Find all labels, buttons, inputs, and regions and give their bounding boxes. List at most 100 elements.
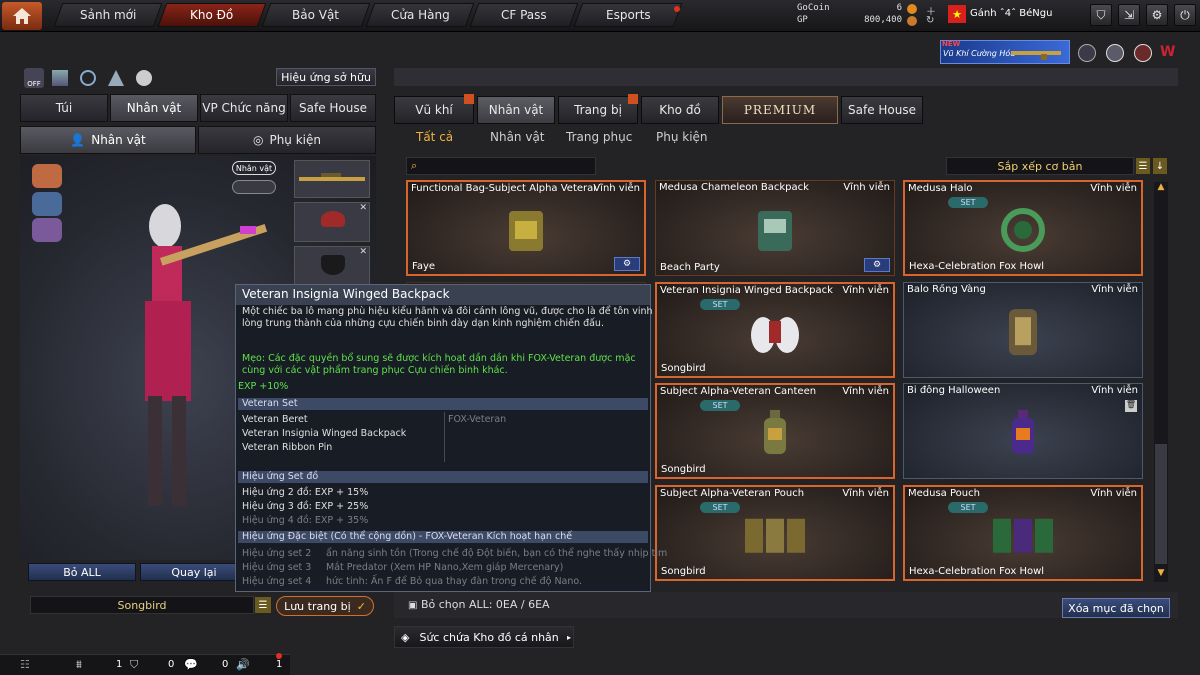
set-effect: Hiệu ứng 2 đồ: EXP + 15% [242, 487, 369, 498]
pose-icon[interactable] [108, 70, 124, 86]
power-icon[interactable]: ⏻ [1174, 4, 1196, 26]
item-card[interactable]: Subject Alpha-Veteran Pouch Vĩnh viễn SET… [655, 485, 895, 581]
mask-slot[interactable]: ✕ [294, 246, 370, 286]
tab-bag[interactable]: Túi [20, 94, 108, 122]
wing-emblem-icon[interactable] [32, 192, 62, 216]
menu-icon[interactable]: ☷ [20, 658, 30, 671]
list-icon[interactable]: ☰ [1136, 158, 1150, 174]
halo-icon [1001, 208, 1045, 252]
tooltip-desc-1: Một chiếc ba lô mang phù hiệu kiểu hãnh … [242, 306, 653, 317]
item-tooltip: Veteran Insignia Winged Backpack Một chi… [235, 284, 667, 592]
emblem-icon[interactable] [1078, 44, 1096, 62]
scroll-thumb[interactable] [1155, 444, 1167, 564]
set-item: Veteran Ribbon Pin [242, 442, 333, 453]
right-header-strip [394, 68, 1178, 86]
list-icon[interactable]: ☰ [255, 597, 271, 613]
banner-text: Vũ Khí Cường Hóa [943, 49, 1016, 58]
badge-icon[interactable] [1134, 44, 1152, 62]
remove-all-button[interactable]: Bỏ ALL [28, 563, 136, 581]
sort-order-icon[interactable]: ↓ [1153, 158, 1167, 174]
clan-icon[interactable]: ⛉ [130, 658, 138, 672]
nav-tab-inventory[interactable]: Kho Đồ [157, 3, 267, 27]
friends-icon[interactable]: ⩩ [76, 658, 82, 672]
back-button[interactable]: Quay lại [140, 563, 248, 581]
target-icon[interactable] [1106, 44, 1124, 62]
tab-safehouse[interactable]: Safe House [290, 94, 376, 122]
backpack-icon [509, 211, 543, 251]
close-icon[interactable]: ✕ [359, 203, 367, 213]
speaker-icon[interactable]: 🔊 [236, 658, 250, 671]
item-card[interactable]: Bi đông Halloween Vĩnh viễn 🗑 [903, 383, 1143, 479]
nav-tab-treasure[interactable]: Bảo Vật [261, 3, 371, 27]
beret-slot[interactable]: ✕ [294, 202, 370, 242]
notification-dot [276, 653, 282, 659]
w-logo-icon[interactable]: W [1160, 44, 1182, 62]
tab-safehouse-right[interactable]: Safe House [841, 96, 923, 124]
scroll-down-icon[interactable]: ▼ [1155, 568, 1167, 582]
bird-emblem-icon[interactable] [32, 218, 62, 242]
gear-icon[interactable]: ⚙ [1146, 4, 1168, 26]
gear-icon[interactable]: ⚙ [864, 258, 890, 272]
item-card[interactable]: Functional Bag-Subject Alpha Veteran Vĩnh… [406, 180, 646, 276]
rotate-icon[interactable] [80, 70, 96, 86]
item-card[interactable]: Medusa Pouch Vĩnh viễn SET Hexa-Celebrati… [903, 485, 1143, 581]
save-equipment-button[interactable]: Lưu trang bị ✓ [276, 596, 374, 616]
delete-selected-button[interactable]: Xóa mục đã chọn [1062, 598, 1170, 618]
special-effect-key: Hiệu ứng set 4 [242, 576, 312, 587]
nav-tab-cfpass[interactable]: CF Pass [469, 3, 579, 27]
sort-dropdown[interactable]: Sắp xếp cơ bản [946, 157, 1134, 175]
eye-toggle-icon[interactable] [232, 180, 276, 194]
shield-icon[interactable]: ⛉ [1090, 4, 1112, 26]
toggle-off-icon[interactable]: OFF [24, 68, 44, 88]
storage-capacity-button[interactable]: ◈ Sức chứa Kho đồ cá nhân ▸ [394, 626, 574, 648]
vietnam-flag-icon: ★ [948, 5, 966, 23]
promo-banner[interactable]: NEW Vũ Khí Cường Hóa [940, 40, 1070, 64]
set-effect: Hiệu ứng 4 đồ: EXP + 35% [242, 515, 369, 526]
subtab-character[interactable]: 👤 Nhân vật [20, 126, 196, 154]
nav-tab-esports[interactable]: Esports [573, 3, 683, 27]
exit-icon[interactable]: ⇲ [1118, 4, 1140, 26]
nav-tab-lobby[interactable]: Sảnh mới [53, 3, 163, 27]
chat-count: 0 [222, 659, 229, 670]
special-effect-value: hức tinh: Ấn F để Bỏ qua thay đàn trong … [326, 576, 583, 587]
character-name-field[interactable]: Songbird [30, 596, 254, 614]
filter-outfit[interactable]: Trang phục [566, 130, 632, 144]
item-card[interactable]: Balo Rồng Vàng Vĩnh viễn [903, 282, 1143, 378]
tab-storage[interactable]: Kho đồ [641, 96, 719, 124]
tab-weapons[interactable]: Vũ khí [394, 96, 474, 124]
refresh-icon[interactable]: ↻ [926, 15, 934, 26]
close-icon[interactable]: ✕ [359, 247, 367, 257]
deselect-all-text[interactable]: ▣ Bỏ chọn ALL: 0EA / 6EA [408, 598, 550, 611]
nav-tab-shop[interactable]: Cửa Hàng [365, 3, 475, 27]
subtab-accessory[interactable]: ◎ Phụ kiện [198, 126, 376, 154]
tab-equipment[interactable]: Trang bị [558, 96, 638, 124]
item-card[interactable]: Medusa Halo Vĩnh viễn SET Hexa-Celebratio… [903, 180, 1143, 276]
mouse-icon[interactable] [136, 70, 152, 86]
tab-characters[interactable]: Nhân vật [477, 96, 555, 124]
search-input[interactable]: ⌕ [406, 157, 596, 175]
home-button[interactable] [2, 2, 42, 30]
scrollbar[interactable]: ▲ ▼ [1154, 182, 1168, 582]
item-card[interactable]: Subject Alpha-Veteran Canteen Vĩnh viễn S… [655, 383, 895, 479]
gp-label: GP [797, 15, 808, 25]
weapon-slot[interactable] [294, 160, 370, 198]
stats-icon[interactable] [52, 70, 68, 86]
owned-effects-button[interactable]: Hiệu ứng sở hữu [276, 68, 376, 86]
status-bar: ☷ ⩩ 1 ⛉ 0 💬 0 🔊 1 [0, 653, 290, 675]
message-count: 1 [276, 659, 283, 670]
gear-icon[interactable]: ⚙ [614, 257, 640, 271]
item-card[interactable]: Medusa Chameleon Backpack Vĩnh viễn Beach… [655, 180, 895, 276]
trash-icon[interactable]: 🗑 [1125, 400, 1137, 412]
tab-vp-function[interactable]: VP Chức năng [200, 94, 288, 122]
person-icon: 👤 [70, 133, 86, 147]
scroll-up-icon[interactable]: ▲ [1155, 182, 1167, 196]
gift-icon [628, 94, 638, 104]
tab-premium[interactable]: PREMIUM [722, 96, 838, 124]
chat-icon[interactable]: 💬 [184, 658, 198, 671]
tab-character[interactable]: Nhân vật [110, 94, 198, 122]
item-card[interactable]: Veteran Insignia Winged Backpack Vĩnh viễ… [655, 282, 895, 378]
filter-character[interactable]: Nhân vật [490, 130, 545, 144]
filter-all[interactable]: Tất cả [416, 130, 453, 144]
filter-accessory[interactable]: Phụ kiện [656, 130, 708, 144]
fox-emblem-icon[interactable] [32, 164, 62, 188]
